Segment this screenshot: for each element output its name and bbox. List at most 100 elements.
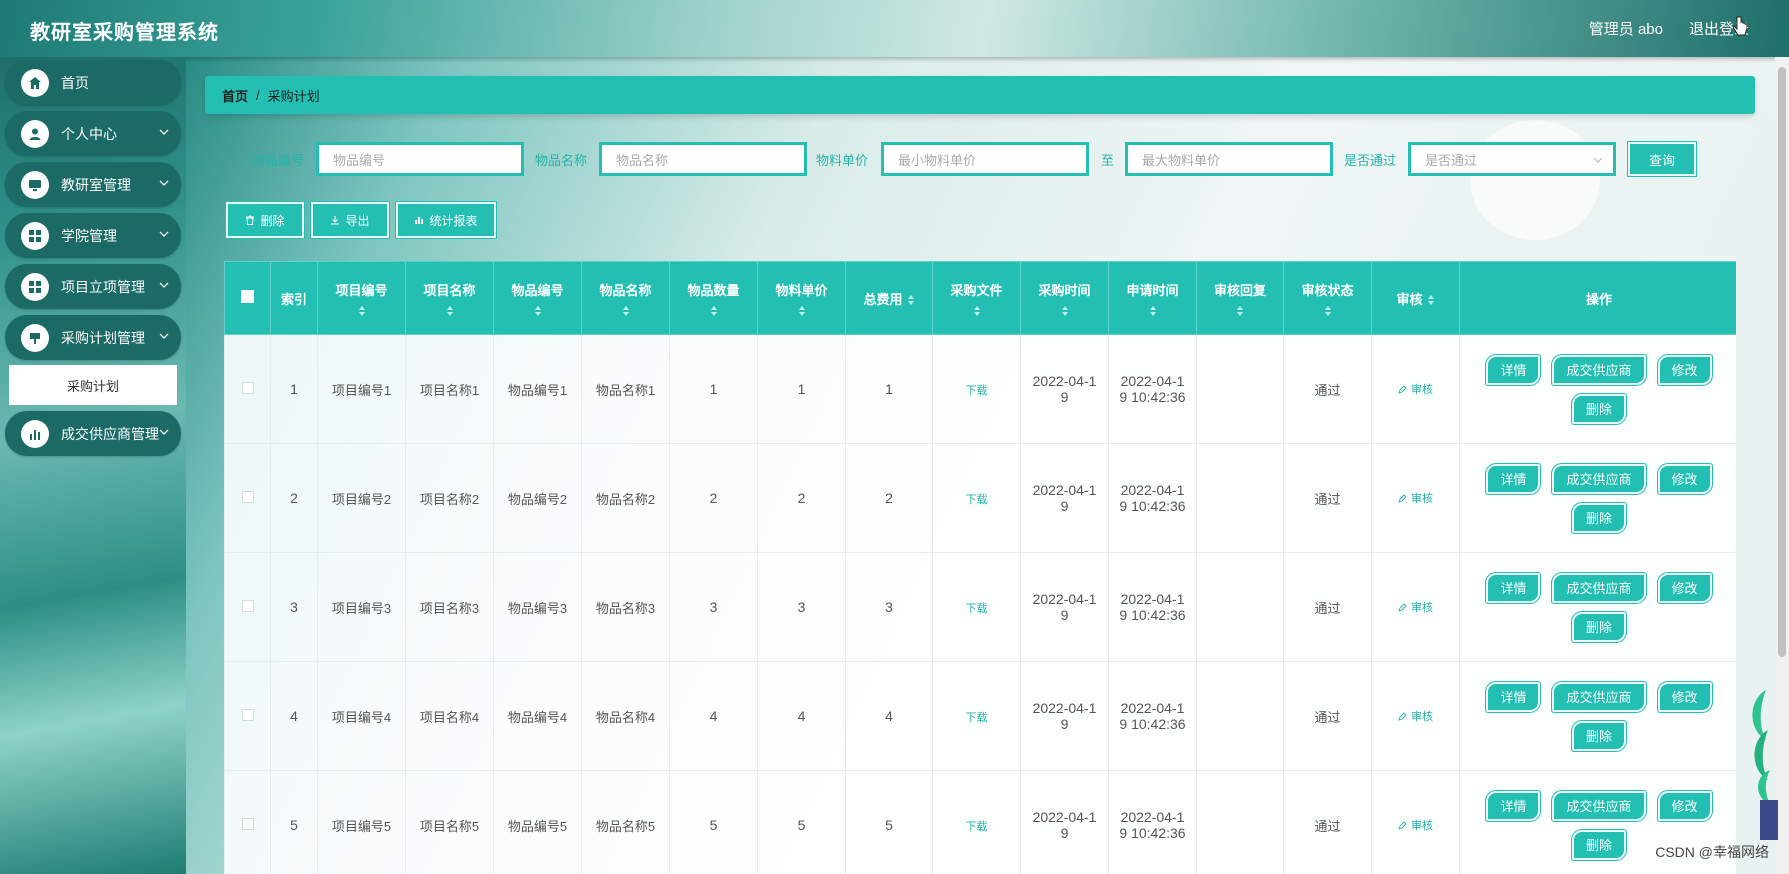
column-header-item-name[interactable]: 物品名称: [581, 261, 670, 335]
sort-icon[interactable]: [907, 294, 915, 306]
column-header-project-name[interactable]: 项目名称: [405, 261, 494, 335]
supplier-button[interactable]: 成交供应商: [1551, 571, 1647, 604]
row-select-cell[interactable]: [224, 443, 271, 553]
detail-button[interactable]: 详情: [1485, 353, 1542, 386]
edit-button[interactable]: 修改: [1656, 680, 1713, 713]
edit-button[interactable]: 修改: [1656, 462, 1713, 495]
select-all-checkbox[interactable]: [241, 290, 254, 303]
sidebar-item-home[interactable]: 首页: [5, 60, 181, 105]
audit-link[interactable]: 审核: [1398, 490, 1433, 506]
download-link[interactable]: 下载: [966, 712, 988, 724]
edit-button[interactable]: 修改: [1656, 353, 1713, 386]
header-label: 项目名称: [423, 282, 476, 298]
supplier-button[interactable]: 成交供应商: [1551, 462, 1647, 495]
submenu-item-purchase-plan[interactable]: 采购计划: [9, 365, 177, 405]
sidebar-item-supplier-management[interactable]: 成交供应商管理: [5, 411, 181, 456]
table-row: 4 项目编号4 项目名称4 物品编号4 物品名称4 4 4 4 下载 2022-…: [224, 661, 1736, 771]
detail-button[interactable]: 详情: [1485, 680, 1542, 713]
sort-icon[interactable]: [798, 305, 806, 317]
column-header-price[interactable]: 物料单价: [757, 261, 846, 335]
item-no-input[interactable]: 物品编号: [316, 142, 524, 176]
row-delete-button[interactable]: 删除: [1570, 501, 1628, 534]
row-delete-button[interactable]: 删除: [1570, 719, 1628, 752]
column-header-file[interactable]: 采购文件: [932, 261, 1021, 335]
sort-icon[interactable]: [973, 305, 981, 317]
price-min-input[interactable]: 最小物料单价: [881, 142, 1089, 176]
row-delete-button[interactable]: 删除: [1570, 828, 1628, 861]
query-button[interactable]: 查询: [1627, 141, 1697, 177]
audit-link[interactable]: 审核: [1398, 708, 1433, 724]
scrollbar-thumb[interactable]: [1778, 67, 1786, 657]
sidebar-item-college-management[interactable]: 学院管理: [5, 213, 181, 258]
row-select-cell[interactable]: [224, 770, 271, 874]
header-label: 物料单价: [775, 282, 828, 298]
detail-button[interactable]: 详情: [1485, 789, 1542, 822]
passed-select[interactable]: 是否通过: [1408, 142, 1616, 176]
edit-button[interactable]: 修改: [1656, 571, 1713, 604]
column-header-project-no[interactable]: 项目编号: [317, 261, 406, 335]
row-checkbox[interactable]: [241, 709, 254, 721]
row-checkbox[interactable]: [241, 600, 254, 612]
detail-button[interactable]: 详情: [1485, 462, 1542, 495]
audit-link[interactable]: 审核: [1398, 381, 1433, 397]
column-header-audit[interactable]: 审核: [1371, 261, 1460, 335]
detail-button[interactable]: 详情: [1485, 571, 1542, 604]
audit-link[interactable]: 审核: [1398, 817, 1433, 833]
download-link[interactable]: 下载: [966, 603, 988, 615]
download-link[interactable]: 下载: [966, 821, 988, 833]
sort-icon[interactable]: [710, 305, 718, 317]
delete-button[interactable]: 删除: [225, 201, 305, 239]
supplier-button[interactable]: 成交供应商: [1551, 353, 1647, 386]
download-link[interactable]: 下载: [966, 385, 988, 397]
apply-time-line2: 9 10:42:36: [1119, 607, 1186, 623]
cell-index: 3: [270, 552, 318, 662]
sort-icon[interactable]: [1061, 305, 1069, 317]
sidebar-item-personal-center[interactable]: 个人中心: [5, 111, 181, 156]
price-max-input[interactable]: 最大物料单价: [1125, 142, 1333, 176]
breadcrumb-home[interactable]: 首页: [222, 86, 248, 105]
cell-apply-time: 2022-04-1 9 10:42:36: [1108, 443, 1197, 553]
column-header-item-no[interactable]: 物品编号: [493, 261, 582, 335]
app-title: 教研室采购管理系统: [30, 22, 219, 44]
item-name-input[interactable]: 物品名称: [599, 142, 807, 176]
column-header-status[interactable]: 审核状态: [1283, 261, 1372, 335]
sort-icon[interactable]: [1236, 305, 1244, 317]
supplier-button[interactable]: 成交供应商: [1551, 789, 1647, 822]
download-link[interactable]: 下载: [966, 494, 988, 506]
cell-item-no: 物品编号3: [493, 552, 582, 662]
sort-icon[interactable]: [446, 305, 454, 317]
column-header-reply[interactable]: 审核回复: [1196, 261, 1284, 335]
sidebar-item-purchase-plan-management[interactable]: 采购计划管理: [5, 315, 181, 360]
row-select-cell[interactable]: [224, 334, 271, 444]
export-button[interactable]: 导出: [310, 201, 390, 239]
column-header-apply-time[interactable]: 申请时间: [1108, 261, 1197, 335]
row-checkbox[interactable]: [241, 491, 254, 503]
edit-button[interactable]: 修改: [1656, 789, 1713, 822]
sort-icon[interactable]: [1149, 305, 1157, 317]
audit-link-label: 审核: [1411, 493, 1433, 506]
sort-icon[interactable]: [1427, 294, 1435, 306]
purchase-time-line2: 9: [1060, 607, 1069, 623]
supplier-button[interactable]: 成交供应商: [1551, 680, 1647, 713]
purchase-time-line2: 9: [1060, 716, 1069, 732]
sidebar-item-lab-management[interactable]: 教研室管理: [5, 162, 181, 207]
select-all-header[interactable]: [224, 261, 271, 335]
column-header-purchase-time[interactable]: 采购时间: [1020, 261, 1109, 335]
audit-link[interactable]: 审核: [1398, 599, 1433, 615]
row-delete-button[interactable]: 删除: [1570, 610, 1628, 643]
sidebar-item-project-management[interactable]: 项目立项管理: [5, 264, 181, 309]
column-header-qty[interactable]: 物品数量: [669, 261, 758, 335]
row-select-cell[interactable]: [224, 552, 271, 662]
sort-icon[interactable]: [534, 305, 542, 317]
price-label: 物料单价: [816, 153, 869, 168]
row-checkbox[interactable]: [241, 382, 254, 394]
row-checkbox[interactable]: [241, 818, 254, 830]
sort-icon[interactable]: [622, 305, 630, 317]
row-select-cell[interactable]: [224, 661, 271, 771]
sort-icon[interactable]: [358, 305, 366, 317]
column-header-total[interactable]: 总费用: [845, 261, 933, 335]
sort-icon[interactable]: [1324, 305, 1332, 317]
cell-operations: 详情 成交供应商 修改 删除: [1459, 443, 1736, 553]
row-delete-button[interactable]: 删除: [1570, 392, 1628, 425]
report-button[interactable]: 统计报表: [395, 201, 497, 239]
